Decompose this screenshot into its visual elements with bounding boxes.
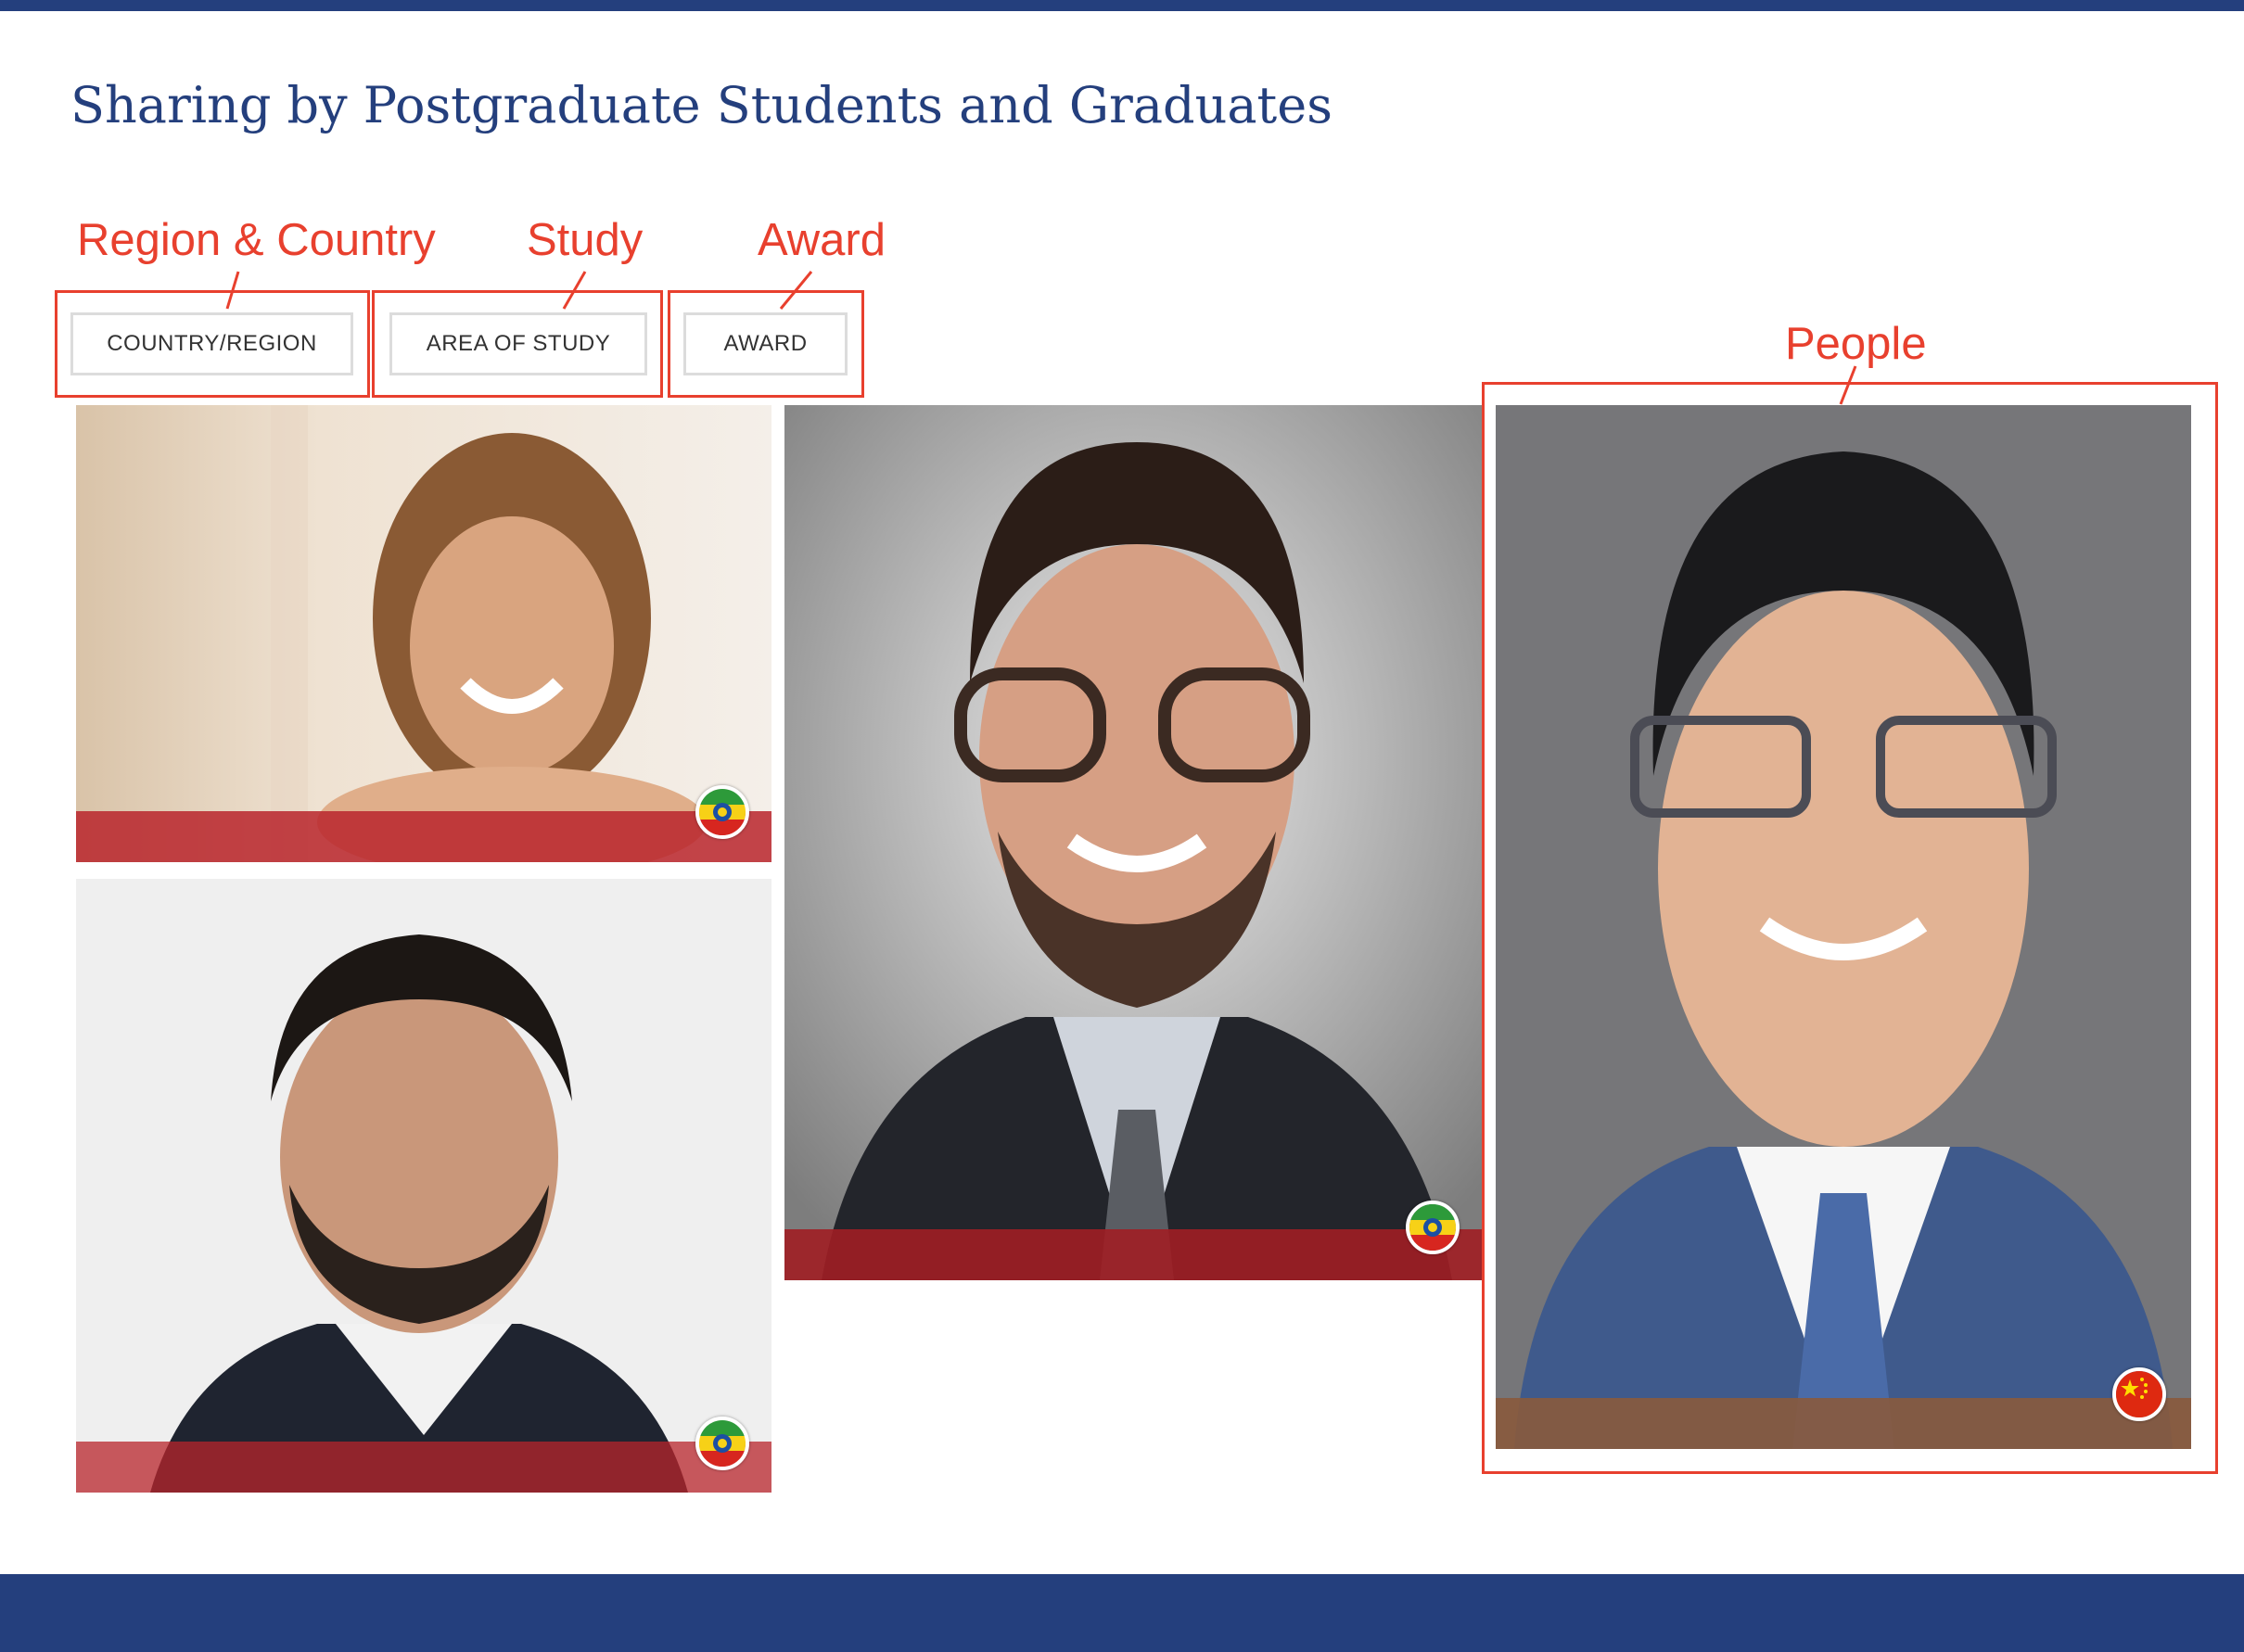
person-card[interactable] xyxy=(76,879,771,1493)
person-photo xyxy=(76,405,771,862)
person-photo xyxy=(1496,405,2191,1449)
china-flag-icon xyxy=(2112,1367,2166,1421)
annotation-people: People xyxy=(1785,319,1927,369)
country-region-filter-button[interactable]: COUNTRY/REGION xyxy=(70,312,353,375)
ethiopia-flag-icon xyxy=(695,1417,749,1470)
footer-bar xyxy=(0,1574,2244,1652)
person-card[interactable] xyxy=(784,405,1482,1280)
annotation-region-country: Region & Country xyxy=(77,215,436,265)
person-photo xyxy=(76,879,771,1493)
award-filter-button[interactable]: AWARD xyxy=(683,312,848,375)
name-band xyxy=(76,811,771,862)
person-card[interactable] xyxy=(1496,405,2191,1449)
page-title: Sharing by Postgraduate Students and Gra… xyxy=(70,76,1332,134)
name-band xyxy=(784,1229,1482,1280)
ethiopia-flag-icon xyxy=(1406,1201,1460,1254)
person-photo xyxy=(784,405,1482,1280)
top-accent-bar xyxy=(0,0,2244,11)
person-card[interactable] xyxy=(76,405,771,862)
annotation-award: Award xyxy=(758,215,886,265)
area-of-study-filter-button[interactable]: AREA OF STUDY xyxy=(389,312,647,375)
annotation-study: Study xyxy=(527,215,644,265)
name-band xyxy=(76,1442,771,1493)
name-band xyxy=(1496,1398,2191,1449)
ethiopia-flag-icon xyxy=(695,785,749,839)
